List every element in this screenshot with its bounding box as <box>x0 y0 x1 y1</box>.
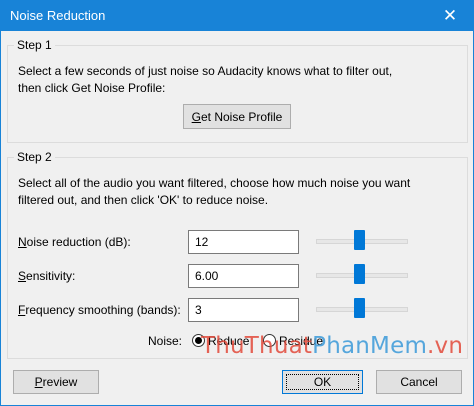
cancel-label: Cancel <box>400 375 438 389</box>
step1-label: Step 1 <box>14 38 55 52</box>
preview-button[interactable]: Preview <box>13 370 99 394</box>
window-title: Noise Reduction <box>10 8 106 23</box>
get-noise-profile-button[interactable]: Get Noise Profile <box>183 104 291 129</box>
get-noise-profile-label: Get Noise Profile <box>191 109 283 124</box>
noise-reduction-input[interactable] <box>188 230 299 254</box>
step2-description: Select all of the audio you want filtere… <box>18 175 410 209</box>
close-icon[interactable]: ✕ <box>427 1 473 31</box>
preview-label: Preview <box>34 375 78 389</box>
step1-description: Select a few seconds of just noise so Au… <box>18 63 392 97</box>
sensitivity-label: Sensitivity: <box>18 269 76 283</box>
step1-description-line1: Select a few seconds of just noise so Au… <box>18 64 393 78</box>
frequency-smoothing-slider-thumb[interactable] <box>354 298 366 318</box>
ok-button[interactable]: OK <box>282 370 363 394</box>
noise-reduction-dialog: Noise Reduction ✕ Step 1 Select a few se… <box>0 0 474 406</box>
noise-label: Noise: <box>148 334 183 348</box>
title-bar: Noise Reduction ✕ <box>1 1 473 31</box>
watermark: ThuThuatPhanMem.vn <box>201 333 464 359</box>
step1-description-line2: then click Get Noise Profile: <box>18 81 166 95</box>
noise-reduction-slider-thumb[interactable] <box>354 230 366 250</box>
step2-label: Step 2 <box>14 150 55 164</box>
sensitivity-slider-thumb[interactable] <box>354 264 366 284</box>
step2-description-line2: filtered out, and then click 'OK' to red… <box>18 193 269 207</box>
noise-reduction-label: Noise reduction (dB): <box>18 235 131 249</box>
sensitivity-input[interactable] <box>188 264 299 288</box>
frequency-smoothing-input[interactable] <box>188 298 299 322</box>
step2-description-line1: Select all of the audio you want filtere… <box>18 176 411 190</box>
ok-label: OK <box>313 375 332 389</box>
cancel-button[interactable]: Cancel <box>376 370 462 394</box>
frequency-smoothing-label: Frequency smoothing (bands): <box>18 303 181 317</box>
